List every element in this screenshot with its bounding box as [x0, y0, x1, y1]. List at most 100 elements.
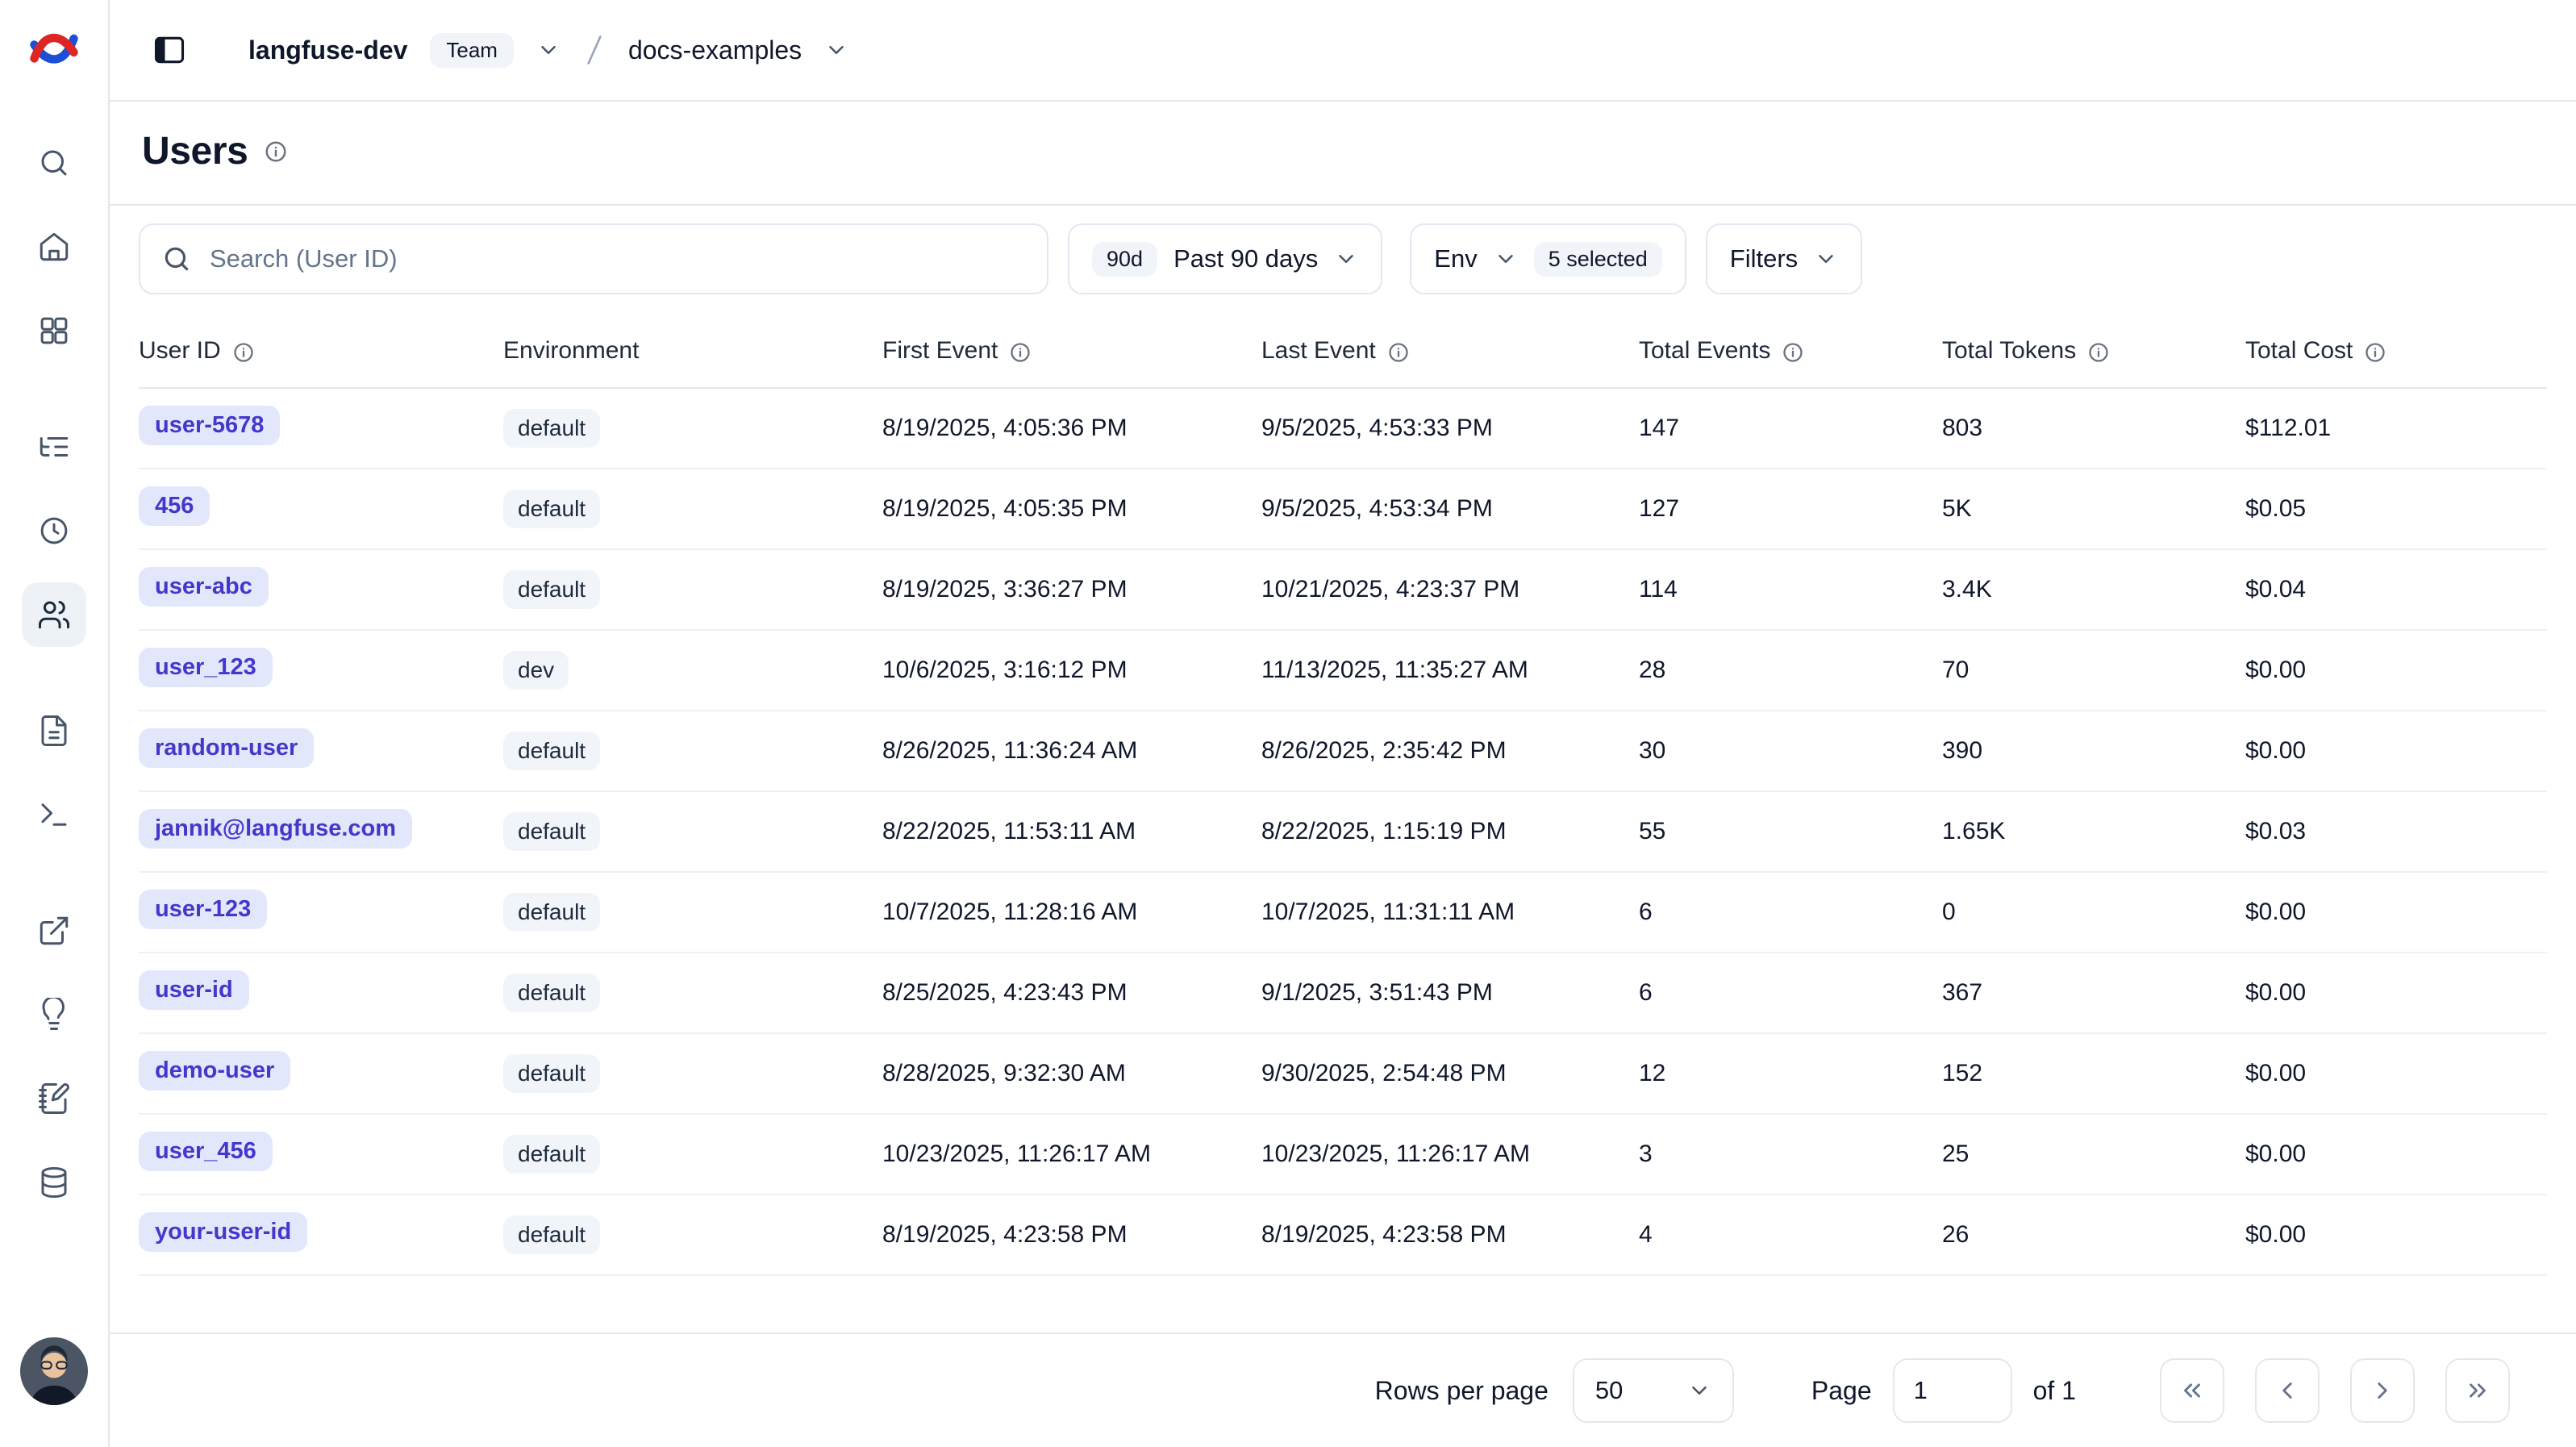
- column-header-environment[interactable]: Environment: [503, 314, 882, 388]
- table-row[interactable]: user-123 default 10/7/2025, 11:28:16 AM …: [139, 872, 2547, 953]
- total-tokens-cell: 1.65K: [1942, 791, 2245, 872]
- table-row[interactable]: 456 default 8/19/2025, 4:05:35 PM 9/5/20…: [139, 469, 2547, 549]
- next-page-button[interactable]: [2350, 1358, 2415, 1423]
- info-icon[interactable]: [1387, 341, 1410, 364]
- sidebar-item-annotation[interactable]: [22, 982, 86, 1047]
- user-id-badge[interactable]: your-user-id: [139, 1212, 307, 1252]
- terminal-icon: [37, 798, 71, 832]
- sidebar-item-sessions[interactable]: [22, 498, 86, 563]
- total-events-cell: 55: [1639, 791, 1942, 872]
- environment-cell: default: [503, 388, 882, 469]
- column-header-total-tokens[interactable]: Total Tokens: [1942, 314, 2245, 388]
- user-id-badge[interactable]: user_123: [139, 648, 273, 687]
- environment-badge: default: [503, 1135, 600, 1174]
- date-range-button[interactable]: 90d Past 90 days: [1068, 223, 1382, 294]
- sidebar-item-dashboards[interactable]: [22, 298, 86, 363]
- chevrons-left-icon: [2178, 1377, 2206, 1404]
- filters-button[interactable]: Filters: [1706, 223, 1862, 294]
- environment-cell: default: [503, 1033, 882, 1114]
- previous-page-button[interactable]: [2255, 1358, 2320, 1423]
- user-id-badge[interactable]: 456: [139, 486, 210, 526]
- pagination-bar: Rows per page 50 Page of 1: [110, 1332, 2576, 1447]
- first-event-cell: 8/19/2025, 3:36:27 PM: [882, 549, 1261, 630]
- user-id-badge[interactable]: user-id: [139, 970, 249, 1010]
- environment-badge: default: [503, 570, 600, 609]
- user-id-badge[interactable]: user-5678: [139, 406, 280, 445]
- rows-per-page-label: Rows per page: [1375, 1376, 1549, 1406]
- last-event-cell: 9/30/2025, 2:54:48 PM: [1261, 1033, 1639, 1114]
- user-id-cell: user_456: [139, 1114, 503, 1195]
- sidebar-item-playground[interactable]: [22, 782, 86, 847]
- sidebar-item-search[interactable]: [22, 131, 86, 195]
- sidebar-item-datasets[interactable]: [22, 1066, 86, 1131]
- user-id-badge[interactable]: user-123: [139, 890, 267, 929]
- rows-per-page-value: 50: [1595, 1376, 1623, 1405]
- sidebar-toggle-button[interactable]: [142, 26, 197, 74]
- info-icon[interactable]: [232, 341, 255, 364]
- sidebar-item-users[interactable]: [22, 582, 86, 647]
- home-icon: [37, 230, 71, 264]
- langfuse-logo[interactable]: [27, 0, 81, 102]
- user-id-badge[interactable]: user_456: [139, 1132, 273, 1171]
- project-selector[interactable]: docs-examples: [628, 35, 848, 65]
- total-cost-cell: $0.00: [2245, 953, 2547, 1033]
- last-event-cell: 8/19/2025, 4:23:58 PM: [1261, 1195, 1639, 1275]
- first-page-button[interactable]: [2160, 1358, 2224, 1423]
- search-input[interactable]: [210, 244, 1026, 273]
- rows-per-page-select[interactable]: 50: [1573, 1358, 1734, 1423]
- user-id-badge[interactable]: random-user: [139, 728, 314, 768]
- info-icon[interactable]: [2087, 341, 2110, 364]
- chevron-down-icon: [824, 38, 848, 62]
- page-header: Users: [110, 102, 2576, 206]
- database-icon: [37, 1166, 71, 1199]
- table-row[interactable]: user_456 default 10/23/2025, 11:26:17 AM…: [139, 1114, 2547, 1195]
- total-cost-cell: $0.00: [2245, 630, 2547, 711]
- first-event-cell: 8/19/2025, 4:05:36 PM: [882, 388, 1261, 469]
- page-info-icon[interactable]: [264, 140, 288, 164]
- organization-selector[interactable]: langfuse-dev Team: [248, 33, 561, 68]
- table-row[interactable]: user-abc default 8/19/2025, 3:36:27 PM 1…: [139, 549, 2547, 630]
- column-header-first-event[interactable]: First Event: [882, 314, 1261, 388]
- table-row[interactable]: user-5678 default 8/19/2025, 4:05:36 PM …: [139, 388, 2547, 469]
- filter-toolbar: 90d Past 90 days Env 5 selected Filters: [110, 206, 2576, 314]
- page-input[interactable]: [1893, 1358, 2012, 1423]
- column-header-total-events[interactable]: Total Events: [1639, 314, 1942, 388]
- sidebar-item-home[interactable]: [22, 215, 86, 279]
- info-icon[interactable]: [1782, 341, 1804, 364]
- file-text-icon: [37, 714, 71, 748]
- chevrons-right-icon: [2464, 1377, 2491, 1404]
- project-name: docs-examples: [628, 35, 802, 65]
- panel-left-icon: [152, 32, 187, 68]
- table-row[interactable]: user-id default 8/25/2025, 4:23:43 PM 9/…: [139, 953, 2547, 1033]
- sidebar-item-evaluation[interactable]: [22, 899, 86, 963]
- environment-cell: default: [503, 1114, 882, 1195]
- table-row[interactable]: jannik@langfuse.com default 8/22/2025, 1…: [139, 791, 2547, 872]
- environment-filter-button[interactable]: Env 5 selected: [1410, 223, 1686, 294]
- user-id-badge[interactable]: jannik@langfuse.com: [139, 809, 412, 849]
- page-label: Page: [1811, 1376, 1872, 1406]
- sidebar-item-tracing[interactable]: [22, 415, 86, 479]
- app-root: langfuse-dev Team docs-examples Users: [0, 0, 2576, 1447]
- table-row[interactable]: random-user default 8/26/2025, 11:36:24 …: [139, 711, 2547, 791]
- user-id-cell: user_123: [139, 630, 503, 711]
- sidebar-item-database[interactable]: [22, 1150, 86, 1215]
- table-row[interactable]: demo-user default 8/28/2025, 9:32:30 AM …: [139, 1033, 2547, 1114]
- total-tokens-cell: 390: [1942, 711, 2245, 791]
- info-icon[interactable]: [2364, 341, 2386, 364]
- last-page-button[interactable]: [2445, 1358, 2510, 1423]
- column-header-last-event[interactable]: Last Event: [1261, 314, 1639, 388]
- environment-badge: default: [503, 732, 600, 770]
- total-tokens-cell: 367: [1942, 953, 2245, 1033]
- column-header-user-id[interactable]: User ID: [139, 314, 503, 388]
- total-cost-cell: $0.03: [2245, 791, 2547, 872]
- table-row[interactable]: your-user-id default 8/19/2025, 4:23:58 …: [139, 1195, 2547, 1275]
- sidebar-item-prompts[interactable]: [22, 698, 86, 763]
- total-events-cell: 6: [1639, 872, 1942, 953]
- user-id-badge[interactable]: demo-user: [139, 1051, 290, 1090]
- user-avatar[interactable]: [20, 1337, 88, 1405]
- column-header-total-cost[interactable]: Total Cost: [2245, 314, 2547, 388]
- table-row[interactable]: user_123 dev 10/6/2025, 3:16:12 PM 11/13…: [139, 630, 2547, 711]
- user-id-badge[interactable]: user-abc: [139, 567, 269, 607]
- info-icon[interactable]: [1009, 341, 1032, 364]
- total-events-cell: 147: [1639, 388, 1942, 469]
